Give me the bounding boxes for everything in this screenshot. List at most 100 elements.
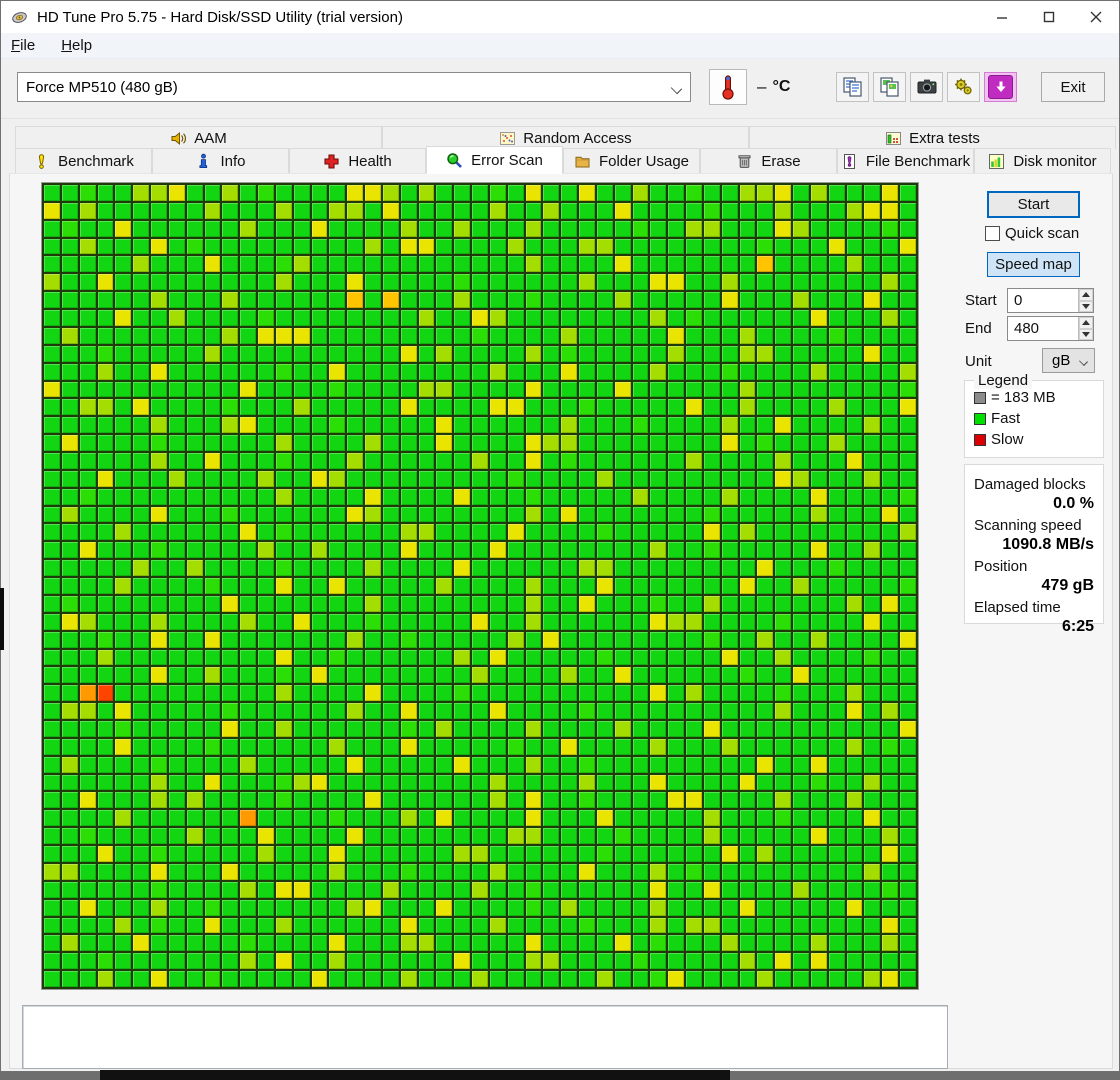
map-cell [151, 202, 167, 219]
spin-down-button[interactable] [1079, 328, 1093, 340]
tab-benchmark-label: Benchmark [58, 152, 134, 170]
map-cell [168, 506, 185, 523]
map-cell [168, 953, 185, 970]
exit-button[interactable]: Exit [1041, 72, 1105, 102]
start-button-label: Start [1017, 196, 1050, 213]
map-cell [507, 756, 524, 773]
map-cell [133, 345, 150, 362]
tab-info[interactable]: Info [152, 148, 289, 174]
end-field[interactable]: 480 [1007, 316, 1094, 341]
map-cell [507, 202, 524, 219]
tab-extra-tests[interactable]: Extra tests [749, 126, 1116, 149]
map-cell [61, 256, 78, 273]
map-cell [44, 828, 60, 845]
map-cell [293, 381, 310, 398]
map-cell [882, 738, 899, 755]
map-cell [186, 953, 203, 970]
map-cell [721, 613, 738, 630]
map-cell [525, 792, 542, 809]
map-cell [632, 721, 649, 737]
map-cell [418, 560, 435, 577]
map-cell [418, 738, 435, 755]
map-cell [561, 399, 578, 416]
screenshot-button[interactable] [910, 72, 943, 102]
minimize-button[interactable] [978, 1, 1025, 33]
save-screenshot-button[interactable] [984, 72, 1017, 102]
map-cell [311, 703, 328, 719]
map-cell [668, 881, 685, 898]
tab-folder-usage[interactable]: Folder Usage [563, 148, 700, 174]
close-button[interactable] [1072, 1, 1119, 33]
elapsed-time-value: 6:25 [1061, 618, 1094, 635]
tab-disk-monitor[interactable]: Disk monitor [974, 148, 1111, 174]
map-cell [489, 899, 506, 916]
tab-health[interactable]: Health [289, 148, 426, 174]
start-button[interactable]: Start [987, 191, 1080, 218]
map-cell [240, 810, 257, 827]
tab-file-benchmark[interactable]: File Benchmark [837, 148, 974, 174]
tab-aam[interactable]: AAM [15, 126, 382, 149]
map-cell [507, 703, 524, 719]
map-cell [507, 560, 524, 577]
map-cell [186, 399, 203, 416]
map-cell [775, 667, 792, 684]
map-cell [882, 345, 899, 362]
speed-map-button[interactable]: Speed map [987, 252, 1080, 277]
map-cell [561, 506, 578, 523]
temperature-button[interactable] [709, 69, 747, 105]
map-cell [115, 310, 132, 326]
map-cell [668, 613, 685, 630]
copy-image-button[interactable] [873, 72, 906, 102]
map-cell [596, 417, 613, 434]
map-cell [311, 863, 328, 880]
map-cell [686, 935, 702, 952]
menu-file[interactable]: File [11, 37, 35, 54]
spin-down-button[interactable] [1079, 300, 1093, 312]
map-cell [61, 846, 78, 862]
map-cell [543, 613, 560, 630]
map-cell [614, 881, 631, 898]
drive-select-dropdown[interactable]: Force MP510 (480 gB) [17, 72, 691, 102]
map-cell [222, 810, 239, 827]
map-cell [168, 560, 185, 577]
map-cell [900, 345, 916, 362]
map-cell [561, 363, 578, 380]
map-cell [61, 542, 78, 559]
map-cell [614, 774, 631, 791]
map-cell [168, 595, 185, 612]
start-field[interactable]: 0 [1007, 288, 1094, 313]
map-cell [79, 488, 96, 505]
map-cell [846, 417, 863, 434]
spin-up-button[interactable] [1079, 289, 1093, 301]
map-cell [151, 560, 167, 577]
map-cell [810, 524, 827, 541]
map-cell [275, 524, 292, 541]
map-cell [97, 667, 114, 684]
map-cell [543, 917, 560, 934]
tab-error-scan[interactable]: Error Scan [426, 146, 563, 174]
tab-benchmark[interactable]: Benchmark [15, 148, 152, 174]
map-cell [240, 435, 257, 451]
unit-dropdown[interactable]: gB [1042, 348, 1095, 373]
copy-text-button[interactable] [836, 72, 869, 102]
map-cell [864, 524, 881, 541]
spin-up-button[interactable] [1079, 317, 1093, 329]
map-cell [79, 649, 96, 666]
map-cell [828, 381, 845, 398]
quick-scan-checkbox[interactable] [985, 226, 1000, 241]
map-cell [258, 202, 274, 219]
thermometer-icon [722, 75, 734, 100]
map-cell [703, 470, 720, 487]
map-cell [864, 792, 881, 809]
map-cell [900, 310, 916, 326]
maximize-button[interactable] [1025, 1, 1072, 33]
options-button[interactable] [947, 72, 980, 102]
map-cell [507, 238, 524, 255]
map-cell [400, 774, 417, 791]
menu-help[interactable]: Help [61, 37, 92, 54]
scan-log-textbox[interactable] [22, 1005, 948, 1069]
map-cell [311, 310, 328, 326]
tab-erase[interactable]: Erase [700, 148, 837, 174]
map-cell [775, 292, 792, 309]
map-cell [846, 953, 863, 970]
